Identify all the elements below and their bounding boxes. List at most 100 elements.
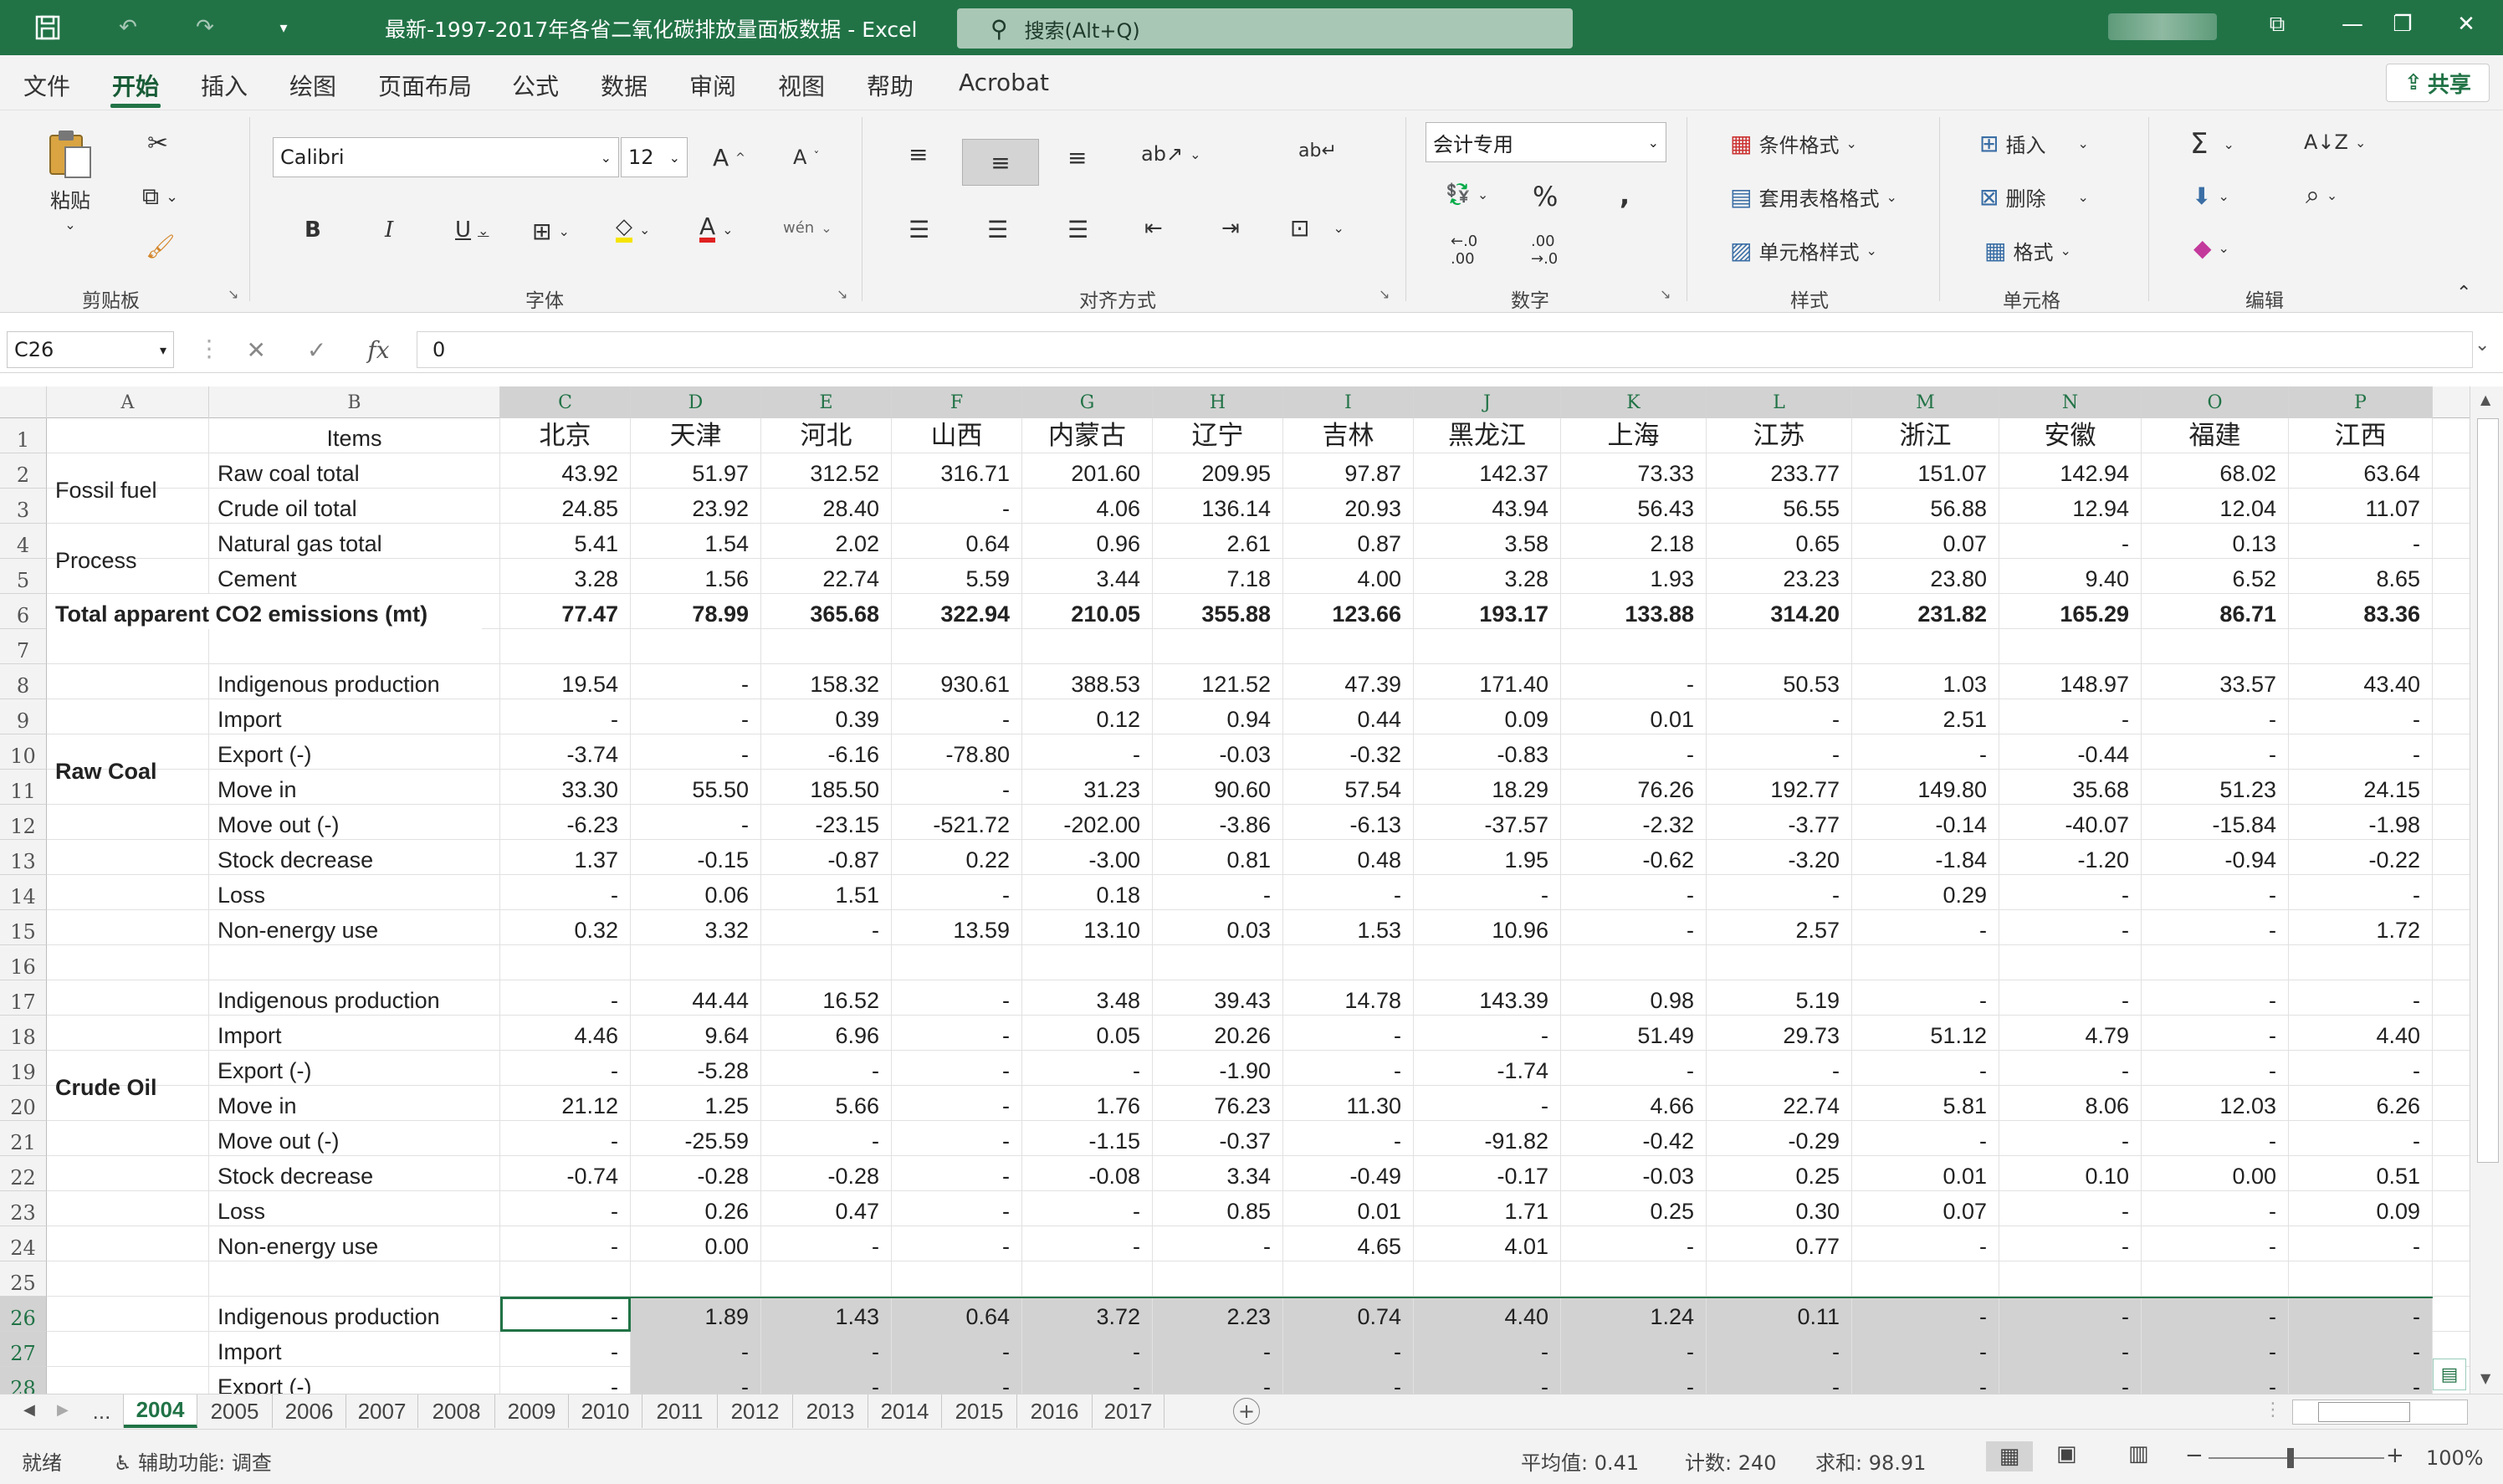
data-cell[interactable]: - [2289,734,2433,770]
expand-formula-bar-icon[interactable]: ⌄ [2475,335,2490,356]
data-cell[interactable]: - [892,875,1022,910]
data-cell[interactable]: 31.23 [1022,770,1153,805]
data-cell[interactable]: 55.50 [631,770,761,805]
data-cell[interactable]: - [2289,980,2433,1016]
data-cell[interactable]: 388.53 [1022,664,1153,699]
province-header[interactable]: 吉林 [1283,418,1414,453]
data-cell[interactable]: - [2142,980,2289,1016]
redo-icon[interactable]: ↷ [191,13,219,42]
data-cell[interactable]: 5.66 [761,1086,892,1121]
data-cell[interactable] [2289,945,2433,980]
data-cell[interactable]: 23.23 [1707,559,1852,594]
item-label[interactable]: Natural gas total [209,524,500,559]
data-cell[interactable]: 13.10 [1022,910,1153,945]
data-cell[interactable]: 0.85 [1153,1191,1283,1226]
data-cell[interactable]: 97.87 [1283,453,1414,489]
data-cell[interactable]: 2.18 [1561,524,1707,559]
item-label[interactable] [209,945,500,980]
wrap-text-icon[interactable]: ab↵ [1298,141,1337,161]
data-cell[interactable] [1022,629,1153,664]
data-cell[interactable]: 56.88 [1852,489,1999,524]
data-cell[interactable]: 51.23 [2142,770,2289,805]
data-cell[interactable]: - [761,910,892,945]
enter-icon[interactable]: ✓ [307,336,326,364]
data-cell[interactable] [1999,945,2142,980]
sheet-tab-2007[interactable]: 2007 [346,1394,418,1428]
data-cell[interactable]: 78.99 [631,594,761,629]
minimize-icon[interactable]: — [2336,12,2369,37]
name-box-dropdown-icon[interactable]: ▾ [160,342,166,358]
data-cell[interactable]: 76.23 [1153,1086,1283,1121]
item-label[interactable]: Move in [209,1086,500,1121]
data-cell[interactable]: - [500,1367,631,1394]
data-cell[interactable] [631,1261,761,1297]
data-cell[interactable]: - [1852,734,1999,770]
data-cell[interactable]: 19.54 [500,664,631,699]
data-cell[interactable] [1999,1261,2142,1297]
data-cell[interactable]: -0.83 [1414,734,1561,770]
data-cell[interactable]: - [892,1086,1022,1121]
data-cell[interactable]: 43.94 [1414,489,1561,524]
data-cell[interactable]: - [1561,1051,1707,1086]
row-header[interactable]: 16 [0,945,47,980]
data-cell[interactable]: -521.72 [892,805,1022,840]
data-cell[interactable]: 0.48 [1283,840,1414,875]
data-cell[interactable]: -0.08 [1022,1156,1153,1191]
data-cell[interactable] [1852,629,1999,664]
data-cell[interactable]: 7.18 [1153,559,1283,594]
data-cell[interactable]: - [500,1051,631,1086]
data-cell[interactable] [1283,629,1414,664]
data-cell[interactable] [761,629,892,664]
data-cell[interactable]: 1.76 [1022,1086,1153,1121]
data-cell[interactable]: 6.26 [2289,1086,2433,1121]
data-cell[interactable]: 6.96 [761,1016,892,1051]
item-label[interactable]: Import [209,1332,500,1367]
data-cell[interactable]: 121.52 [1153,664,1283,699]
number-format-combo[interactable]: 会计专用 ⌄ [1426,122,1666,162]
data-cell[interactable]: 0.11 [1707,1297,1852,1332]
data-cell[interactable]: 231.82 [1852,594,1999,629]
cell-a[interactable] [47,629,209,664]
data-cell[interactable]: 0.07 [1852,1191,1999,1226]
data-cell[interactable]: 0.87 [1283,524,1414,559]
cell-a[interactable] [47,1016,209,1051]
more-sheets-tab[interactable]: ... [80,1394,124,1428]
data-cell[interactable]: -1.20 [1999,840,2142,875]
data-cell[interactable]: -1.74 [1414,1051,1561,1086]
row-header[interactable]: 20 [0,1086,47,1121]
data-cell[interactable]: 365.68 [761,594,892,629]
data-cell[interactable]: - [1707,734,1852,770]
data-cell[interactable]: - [2142,875,2289,910]
horizontal-scroll-thumb[interactable] [2318,1402,2410,1422]
item-label[interactable]: Loss [209,875,500,910]
data-cell[interactable]: - [761,1121,892,1156]
paste-button[interactable]: 粘贴 ⌄ [44,127,97,233]
data-cell[interactable]: - [1022,734,1153,770]
data-cell[interactable]: -0.03 [1561,1156,1707,1191]
menu-help[interactable]: 帮助 [867,69,914,102]
province-header[interactable]: 江苏 [1707,418,1852,453]
items-header[interactable]: Items [209,418,500,453]
data-cell[interactable]: 142.37 [1414,453,1561,489]
data-cell[interactable]: - [1707,1332,1852,1367]
decrease-decimal-icon[interactable]: .00 →.0 [1531,233,1558,268]
data-cell[interactable]: - [1561,910,1707,945]
data-cell[interactable]: 0.05 [1022,1016,1153,1051]
data-cell[interactable]: 4.01 [1414,1226,1561,1261]
data-cell[interactable]: 1.54 [631,524,761,559]
row-header[interactable]: 9 [0,699,47,734]
data-cell[interactable]: 6.52 [2142,559,2289,594]
data-cell[interactable]: 22.74 [1707,1086,1852,1121]
data-cell[interactable]: -0.44 [1999,734,2142,770]
comma-style-icon[interactable]: , [1620,179,1630,211]
cancel-icon[interactable]: ✕ [246,336,265,364]
data-cell[interactable]: - [761,1226,892,1261]
align-left-icon[interactable]: ☰ [909,216,929,243]
collapse-ribbon-icon[interactable]: ⌃ [2456,283,2471,304]
data-cell[interactable]: - [1283,1051,1414,1086]
data-cell[interactable]: 185.50 [761,770,892,805]
data-cell[interactable]: - [1414,875,1561,910]
data-cell[interactable]: - [892,770,1022,805]
province-header[interactable]: 辽宁 [1153,418,1283,453]
data-cell[interactable]: 9.40 [1999,559,2142,594]
